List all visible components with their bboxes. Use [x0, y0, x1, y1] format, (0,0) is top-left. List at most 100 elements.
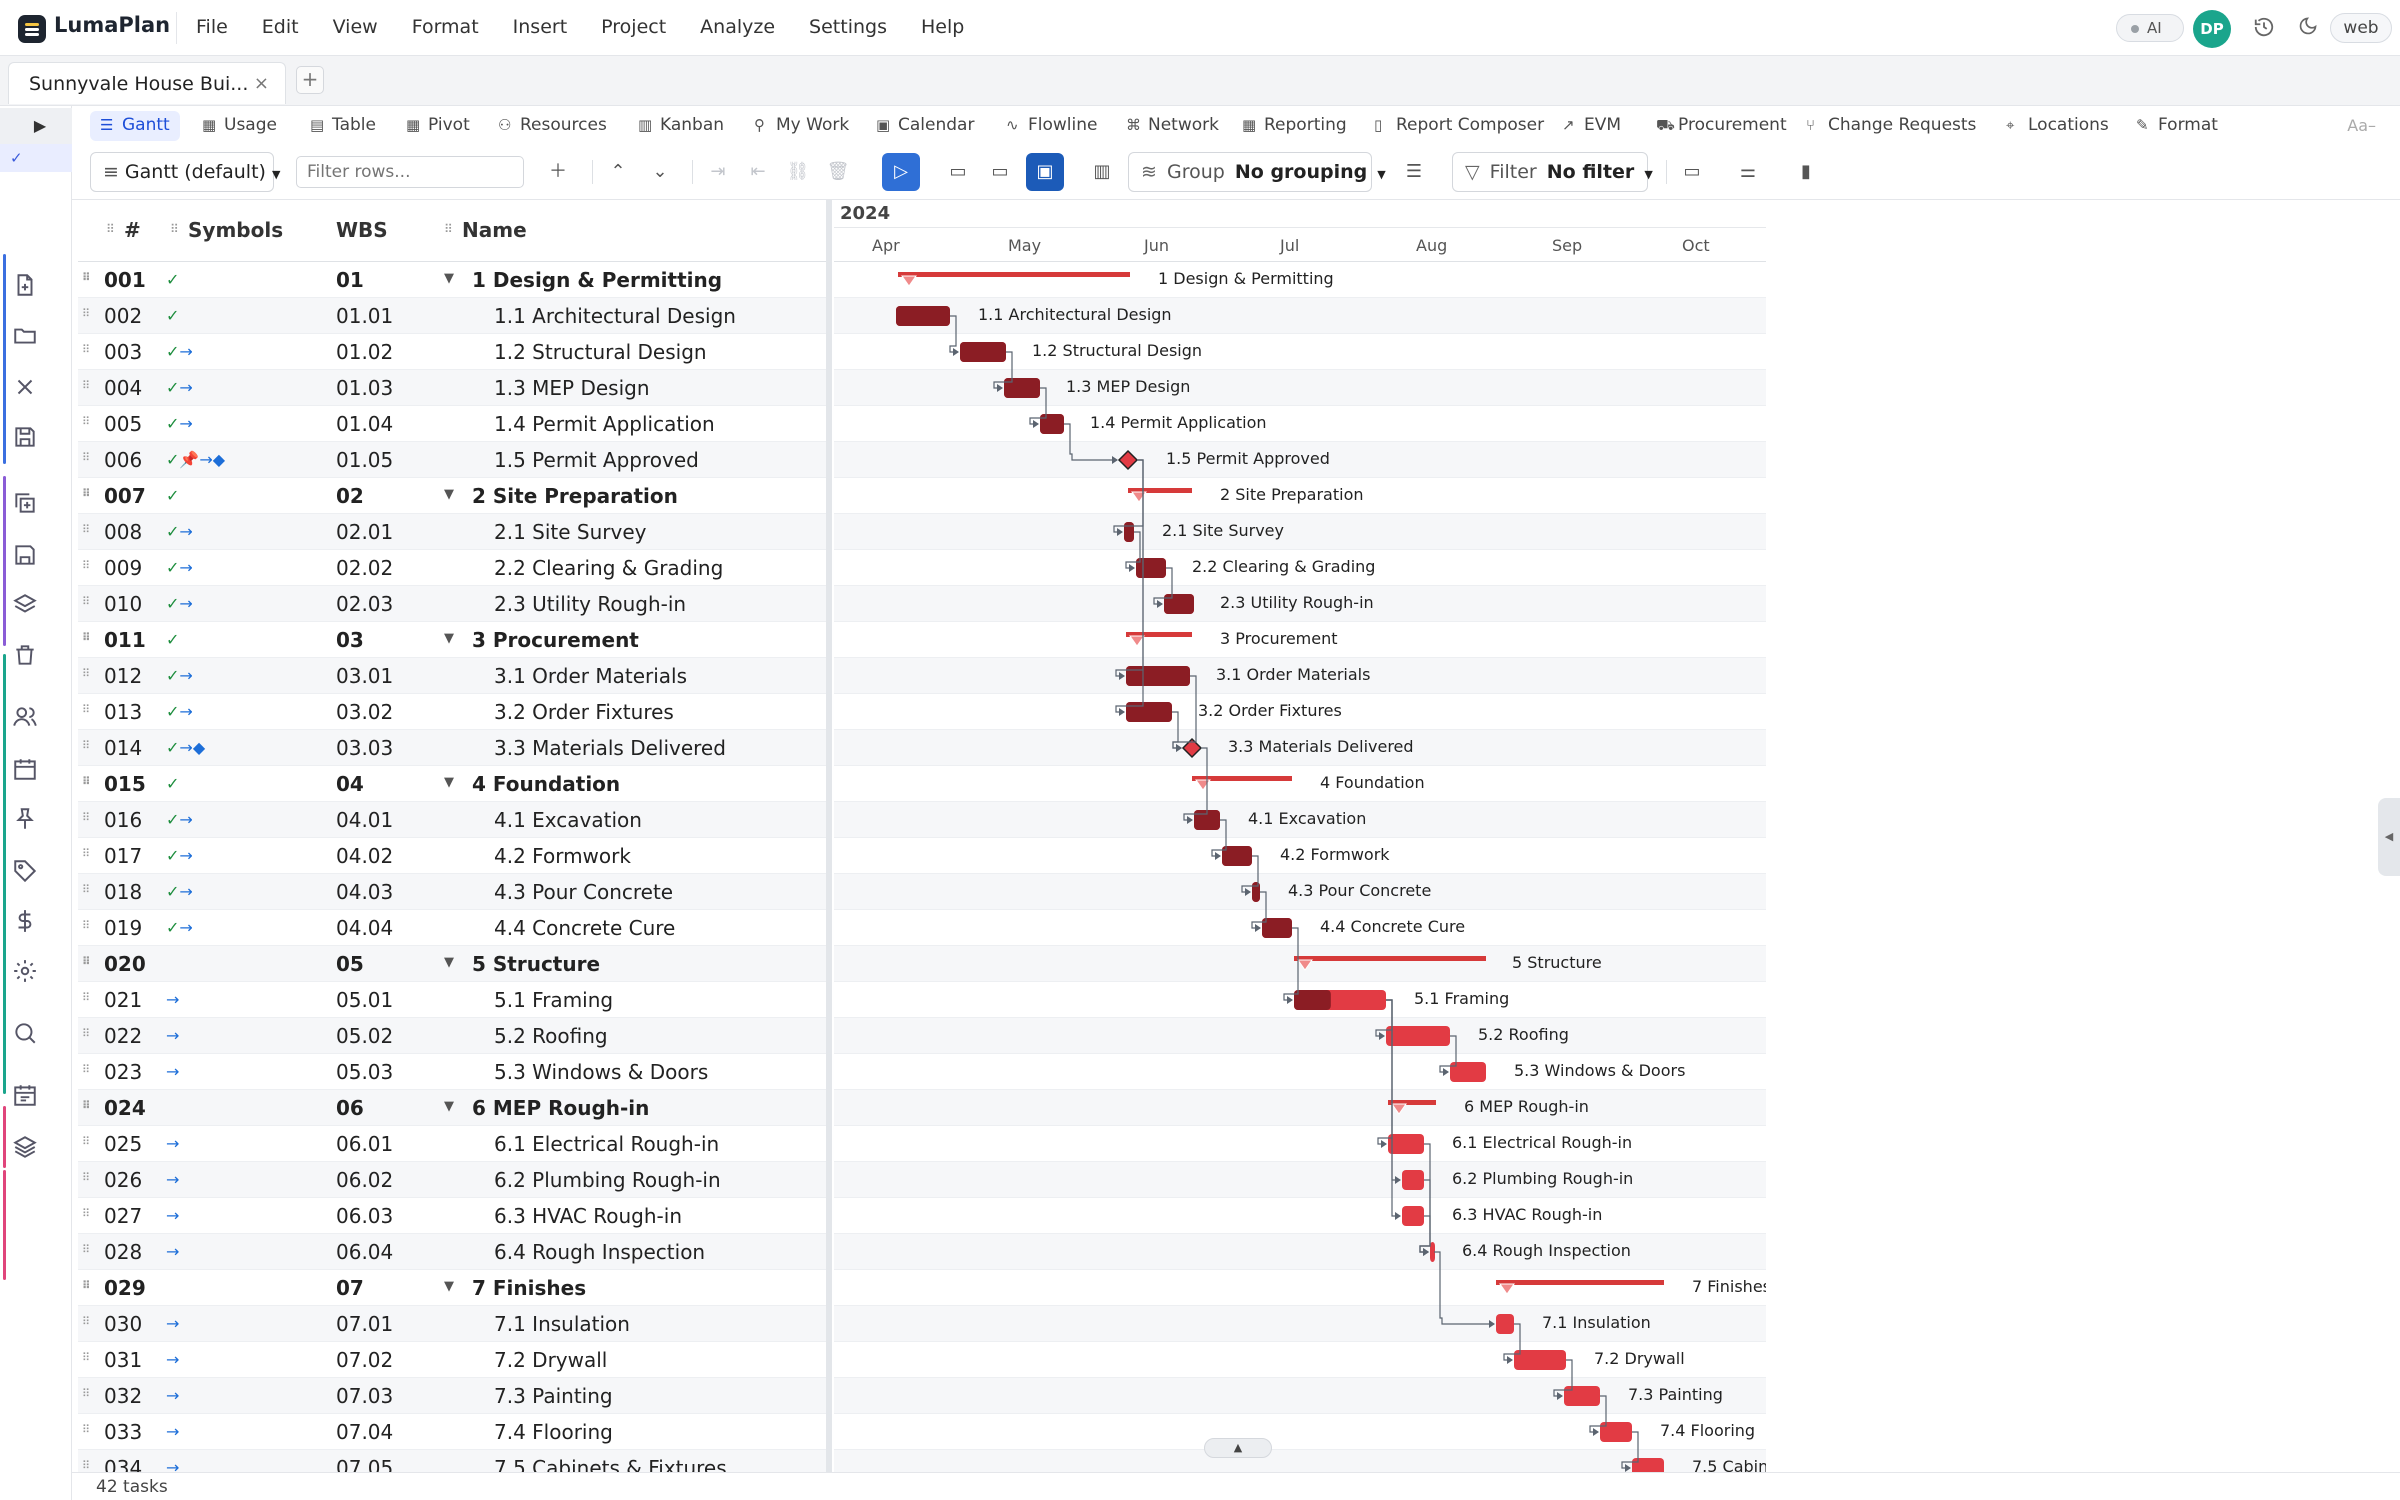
dependency-arrow[interactable]	[1033, 420, 1039, 428]
tab-resources[interactable]: ⚇ Resources	[488, 111, 617, 141]
task-bar[interactable]	[1402, 1170, 1424, 1190]
dependency-arrow[interactable]	[1443, 1068, 1449, 1076]
task-bar[interactable]	[1514, 1350, 1566, 1370]
table-row[interactable]: ⠿ 027 → 06.03 6.3 HVAC Rough-in	[78, 1198, 830, 1234]
dependency-arrow[interactable]	[1187, 816, 1193, 824]
row-name[interactable]: 2.1 Site Survey	[494, 520, 647, 544]
tab-my-work[interactable]: ⚲ My Work	[744, 111, 859, 141]
dependency-arrow[interactable]	[1423, 1248, 1429, 1256]
summary-marker[interactable]	[1195, 779, 1211, 791]
table-row[interactable]: ⠿ 005 ✓→ 01.04 1.4 Permit Application	[78, 406, 830, 442]
dependency-arrow[interactable]	[1255, 924, 1261, 932]
menu-project[interactable]: Project	[601, 16, 666, 38]
table-row[interactable]: ⠿ 011 ✓ 03 ▼ 3 Procurement	[78, 622, 830, 658]
dependency-arrow[interactable]	[1176, 744, 1182, 752]
dependency-arrow[interactable]	[1381, 1140, 1387, 1148]
ai-toggle[interactable]: AI	[2116, 14, 2184, 42]
columns-icon[interactable]: ▥	[1086, 156, 1118, 188]
tab-procurement[interactable]: ⛟ Procurement	[1646, 111, 1797, 141]
drag-handle-icon[interactable]: ⠿	[82, 1063, 90, 1076]
table-row[interactable]: ⠿ 025 → 06.01 6.1 Electrical Rough-in	[78, 1126, 830, 1162]
task-bar-progress[interactable]	[896, 306, 950, 326]
row-name[interactable]: 4 Foundation	[472, 772, 620, 796]
chevron-down-icon[interactable]: ▼	[444, 1099, 454, 1114]
task-bar[interactable]	[1386, 1026, 1450, 1046]
dependency-link[interactable]	[1283, 927, 1299, 1001]
indent-icon[interactable]: ⇥	[702, 156, 734, 188]
table-row[interactable]: ⠿ 014 ✓→◆ 03.03 3.3 Materials Delivered	[78, 730, 830, 766]
drag-handle-icon[interactable]: ⠿	[82, 811, 90, 824]
table-row[interactable]: ⠿ 029 07 ▼ 7 Finishes	[78, 1270, 830, 1306]
row-name[interactable]: 5.1 Framing	[494, 988, 613, 1012]
table-row[interactable]: ⠿ 006 ✓📌→◆ 01.05 1.5 Permit Approved	[78, 442, 830, 478]
table-row[interactable]: ⠿ 030 → 07.01 7.1 Insulation	[78, 1306, 830, 1342]
column-header-symbols[interactable]: Symbols	[188, 218, 283, 242]
menu-help[interactable]: Help	[921, 16, 964, 38]
save-as-icon[interactable]	[12, 542, 42, 572]
tab-network[interactable]: ⌘ Network	[1116, 111, 1229, 141]
chevron-down-icon[interactable]: ▼	[444, 775, 454, 790]
dependency-arrow[interactable]	[1395, 1212, 1401, 1220]
dependency-arrow[interactable]	[1117, 528, 1123, 536]
dependency-arrow[interactable]	[1287, 996, 1293, 1004]
close-icon[interactable]: ×	[254, 73, 269, 94]
sidebar-toggle[interactable]: ▶	[0, 108, 72, 144]
row-name[interactable]: 3 Procurement	[472, 628, 639, 652]
row-name[interactable]: 4.4 Concrete Cure	[494, 916, 675, 940]
drag-handle-icon[interactable]: ⠿	[82, 1207, 90, 1220]
delete-icon[interactable]: 🗑	[822, 156, 854, 188]
dependency-link[interactable]	[1419, 1143, 1431, 1253]
layout-icon[interactable]: ▭	[1676, 156, 1708, 188]
row-name[interactable]: 1.3 MEP Design	[494, 376, 650, 400]
drag-handle-icon[interactable]: ⠿	[82, 1315, 90, 1328]
close-file-icon[interactable]	[12, 374, 42, 404]
table-row[interactable]: ⠿ 010 ✓→ 02.03 2.3 Utility Rough-in	[78, 586, 830, 622]
dependency-arrow[interactable]	[1119, 672, 1125, 680]
stack-icon[interactable]	[12, 1134, 42, 1164]
drag-handle-icon[interactable]: ⠿	[82, 1099, 91, 1112]
drag-handle-icon[interactable]: ⠿	[82, 703, 90, 716]
drag-handle-icon[interactable]: ⠿	[82, 739, 90, 752]
summary-bar[interactable]	[1294, 956, 1486, 961]
drag-handle-icon[interactable]: ⠿	[82, 1171, 90, 1184]
dependency-arrow[interactable]	[1379, 1032, 1385, 1040]
drag-handle-icon[interactable]: ⠿	[82, 919, 90, 932]
row-name[interactable]: 1.2 Structural Design	[494, 340, 707, 364]
bar-chart-icon[interactable]: ▮	[1790, 156, 1822, 188]
tab-calendar[interactable]: ▣ Calendar	[866, 111, 984, 141]
summary-bar[interactable]	[898, 272, 1130, 277]
dependency-link[interactable]	[949, 315, 958, 353]
task-bar-progress[interactable]	[960, 342, 1006, 362]
summary-marker[interactable]	[1129, 635, 1145, 647]
open-folder-icon[interactable]	[12, 322, 42, 352]
tab-locations[interactable]: ⌖ Locations	[1996, 111, 2119, 141]
task-bar[interactable]	[1564, 1386, 1600, 1406]
table-row[interactable]: ⠿ 031 → 07.02 7.2 Drywall	[78, 1342, 830, 1378]
filter-rows-input[interactable]	[296, 156, 524, 188]
history-icon[interactable]	[2252, 16, 2276, 40]
table-row[interactable]: ⠿ 017 ✓→ 04.02 4.2 Formwork	[78, 838, 830, 874]
milestone-diamond[interactable]	[1117, 449, 1139, 471]
row-name[interactable]: 1.4 Permit Application	[494, 412, 715, 436]
row-name[interactable]: 6 MEP Rough-in	[472, 1096, 649, 1120]
row-name[interactable]: 3.3 Materials Delivered	[494, 736, 726, 760]
duplicate-icon[interactable]	[12, 490, 42, 520]
dependency-arrow[interactable]	[1507, 1356, 1513, 1364]
new-file-icon[interactable]	[12, 272, 42, 302]
table-row[interactable]: ⠿ 004 ✓→ 01.03 1.3 MEP Design	[78, 370, 830, 406]
save-icon[interactable]	[12, 424, 42, 454]
row-name[interactable]: 1.5 Permit Approved	[494, 448, 699, 472]
drag-handle-icon[interactable]: ⠿	[82, 343, 90, 356]
drag-handle-icon[interactable]: ⠿	[82, 631, 91, 644]
task-bar-progress[interactable]	[1040, 414, 1064, 434]
row-name[interactable]: 7.1 Insulation	[494, 1312, 630, 1336]
menu-format[interactable]: Format	[412, 16, 479, 38]
dependency-arrow[interactable]	[1625, 1464, 1631, 1472]
pin-icon[interactable]	[12, 806, 42, 836]
task-bar-progress[interactable]	[1164, 594, 1194, 614]
avatar[interactable]: DP	[2193, 10, 2231, 48]
tab-table[interactable]: ▤ Table	[300, 111, 386, 141]
row-name[interactable]: 2 Site Preparation	[472, 484, 678, 508]
drag-handle-icon[interactable]: ⠿	[82, 1387, 90, 1400]
dependency-arrow[interactable]	[997, 384, 1003, 392]
